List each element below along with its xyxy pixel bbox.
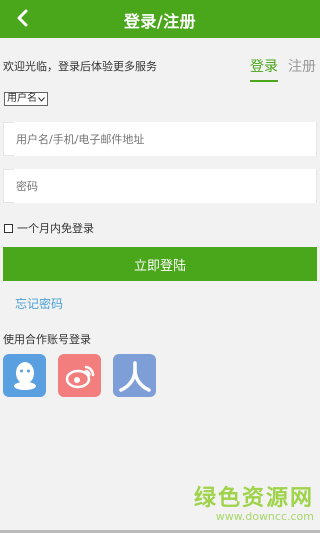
tab-register[interactable]: 注册: [288, 56, 316, 82]
watermark: 绿色资源网 www.downcc.com: [194, 480, 314, 523]
remember-checkbox[interactable]: [4, 223, 13, 233]
username-field[interactable]: [3, 122, 317, 156]
account-type-value: 用户名: [7, 93, 37, 104]
account-type-select[interactable]: 用户名: [4, 92, 48, 106]
partner-login-title: 使用合作账号登录: [3, 333, 91, 346]
welcome-text: 欢迎光临，登录后体验更多服务: [3, 60, 157, 73]
chevron-down-icon: [38, 96, 45, 102]
username-input[interactable]: [14, 122, 316, 156]
weibo-login-button[interactable]: [58, 354, 101, 397]
weibo-icon: [65, 365, 94, 388]
auth-tabs: 登录 注册: [250, 56, 316, 82]
top-bar: 登录/注册: [0, 0, 320, 38]
renren-login-button[interactable]: [113, 354, 156, 397]
password-input[interactable]: [14, 169, 316, 203]
watermark-title: 绿色资源网: [193, 486, 314, 511]
password-field[interactable]: [3, 169, 317, 203]
tab-login[interactable]: 登录: [250, 56, 278, 82]
remember-me[interactable]: 一个月内免登录: [4, 220, 94, 236]
forgot-password-link[interactable]: 忘记密码: [15, 295, 63, 312]
page-title: 登录/注册: [123, 12, 197, 31]
login-button[interactable]: 立即登陆: [3, 247, 317, 281]
qq-login-button[interactable]: [3, 354, 46, 397]
qq-icon: [13, 361, 36, 390]
remember-label: 一个月内免登录: [17, 222, 94, 235]
renren-icon: [118, 360, 151, 392]
